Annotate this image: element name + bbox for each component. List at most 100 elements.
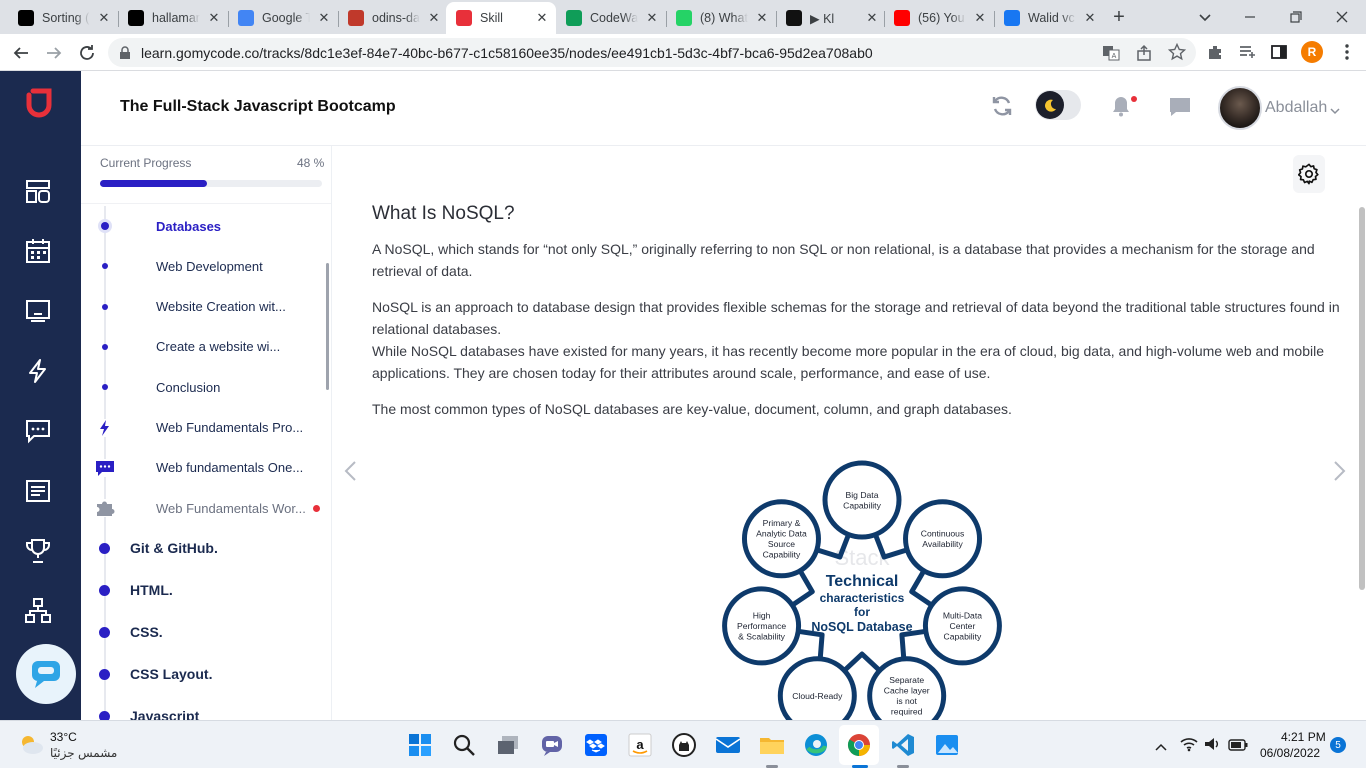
mail-icon[interactable] <box>712 729 744 761</box>
wifi-icon[interactable] <box>1180 736 1198 757</box>
notification-count-badge[interactable]: 5 <box>1330 737 1346 753</box>
start-button[interactable] <box>404 729 436 761</box>
tab-close-icon[interactable]: ✕ <box>864 10 880 26</box>
outline-item[interactable]: Web fundamentals One... <box>81 448 331 488</box>
outline-item[interactable]: Web Fundamentals Pro... <box>81 408 331 448</box>
clock-time[interactable]: 4:21 PM <box>1281 730 1326 744</box>
tab-close-icon[interactable]: ✕ <box>644 10 660 26</box>
browser-menu-icon[interactable] <box>1338 43 1356 66</box>
clock-date[interactable]: 06/08/2022 <box>1260 746 1320 760</box>
browser-tab[interactable]: ▶ Kl ✕ <box>776 2 886 34</box>
dark-mode-toggle[interactable] <box>1035 90 1081 120</box>
file-explorer-icon[interactable] <box>756 729 788 761</box>
volume-icon[interactable] <box>1204 736 1222 757</box>
chrome-icon[interactable] <box>843 729 875 761</box>
back-icon[interactable] <box>10 42 32 64</box>
outline-item[interactable]: Conclusion <box>81 367 331 407</box>
amazon-icon[interactable]: a <box>624 729 656 761</box>
reload-icon[interactable] <box>76 42 98 64</box>
lightning-icon[interactable] <box>22 355 54 387</box>
extensions-icon[interactable] <box>1206 43 1224 66</box>
laptop-icon[interactable] <box>22 295 54 327</box>
profile-avatar[interactable]: R <box>1301 41 1323 63</box>
browser-tab[interactable]: Skill ✕ <box>446 2 556 34</box>
weather-icon[interactable] <box>18 733 44 760</box>
browser-tab[interactable]: Walid vc ✕ <box>994 2 1104 34</box>
outline-item[interactable]: Website Creation wit... <box>81 287 331 327</box>
photos-icon[interactable] <box>931 729 963 761</box>
tab-close-icon[interactable]: ✕ <box>426 10 442 26</box>
side-panel-icon[interactable] <box>1270 43 1288 66</box>
support-chat-button[interactable] <box>16 644 76 704</box>
restore-icon[interactable] <box>1286 7 1306 27</box>
outline-scrollbar[interactable] <box>326 263 329 390</box>
outline-item[interactable]: Create a website wi... <box>81 327 331 367</box>
new-tab-button[interactable]: + <box>1108 7 1130 29</box>
user-menu-chevron-icon[interactable] <box>1330 103 1340 121</box>
lesson-dot <box>102 263 108 270</box>
tab-close-icon[interactable]: ✕ <box>1082 10 1098 26</box>
previous-arrow-icon[interactable] <box>343 460 357 487</box>
next-arrow-icon[interactable] <box>1333 460 1347 487</box>
translate-icon[interactable]: A <box>1102 44 1120 65</box>
outline-item[interactable]: Databases <box>81 206 331 246</box>
notification-bell-icon[interactable] <box>1109 94 1133 123</box>
outline-section[interactable]: Git & GitHub. <box>81 528 331 568</box>
diagram-node-label: Primary & <box>763 518 801 528</box>
page-scrollbar[interactable] <box>1359 207 1365 590</box>
tab-close-icon[interactable]: ✕ <box>534 10 550 26</box>
reading-list-icon[interactable] <box>1238 43 1256 66</box>
browser-tab[interactable]: odins-da ✕ <box>338 2 448 34</box>
refresh-icon[interactable] <box>990 94 1014 123</box>
close-window-icon[interactable] <box>1332 7 1352 27</box>
search-icon[interactable] <box>448 729 480 761</box>
tab-close-icon[interactable]: ✕ <box>754 10 770 26</box>
outline-item-label: Web fundamentals One... <box>156 460 304 476</box>
browser-tab[interactable]: Sorting (✕ <box>8 2 118 34</box>
outline-item[interactable]: Web Fundamentals Wor... <box>81 488 331 528</box>
vscode-icon[interactable] <box>887 729 919 761</box>
tab-close-icon[interactable]: ✕ <box>96 10 112 26</box>
minimize-icon[interactable] <box>1240 7 1260 27</box>
notification-dot <box>1131 96 1137 102</box>
outline-section[interactable]: CSS Layout. <box>81 654 331 694</box>
user-name[interactable]: Abdallah <box>1265 99 1327 117</box>
gomycode-logo[interactable] <box>24 87 56 119</box>
show-hidden-icons-chevron[interactable] <box>1154 739 1168 757</box>
browser-tab[interactable]: (56) You ✕ <box>884 2 994 34</box>
tab-close-icon[interactable]: ✕ <box>206 10 222 26</box>
calendar-icon[interactable] <box>22 235 54 267</box>
task-view-icon[interactable] <box>492 729 524 761</box>
document-icon[interactable] <box>22 475 54 507</box>
browser-tab[interactable]: hallamar ✕ <box>118 2 228 34</box>
bookmark-star-icon[interactable] <box>1167 42 1187 64</box>
article-paragraph-4: The most common types of NoSQL databases… <box>372 401 1012 417</box>
outline-section-label: Javascript <box>130 708 200 720</box>
share-icon[interactable] <box>1136 44 1154 65</box>
outline-section[interactable]: Javascript <box>81 696 331 720</box>
forward-icon[interactable] <box>43 42 65 64</box>
battery-icon[interactable] <box>1228 738 1248 756</box>
outline-section[interactable]: HTML. <box>81 570 331 610</box>
diagram-center-label: characteristics <box>820 591 905 605</box>
user-avatar[interactable] <box>1218 86 1262 130</box>
dropbox-icon[interactable] <box>580 729 612 761</box>
outline-section[interactable]: CSS. <box>81 612 331 652</box>
edge-icon[interactable] <box>800 729 832 761</box>
github-desktop-icon[interactable] <box>668 729 700 761</box>
settings-button[interactable] <box>1293 155 1325 193</box>
browser-tab[interactable]: CodeWa ✕ <box>556 2 666 34</box>
browser-tab[interactable]: Google T ✕ <box>228 2 338 34</box>
browser-tab[interactable]: (8) What ✕ <box>666 2 776 34</box>
messages-icon[interactable] <box>1168 95 1192 124</box>
outline-item[interactable]: Web Development <box>81 246 331 286</box>
hierarchy-icon[interactable] <box>22 595 54 627</box>
teams-chat-icon[interactable] <box>536 729 568 761</box>
chat-icon[interactable] <box>22 415 54 447</box>
dashboard-icon[interactable] <box>22 175 54 207</box>
tab-search-icon[interactable] <box>1196 8 1214 26</box>
tab-close-icon[interactable]: ✕ <box>972 10 988 26</box>
trophy-icon[interactable] <box>22 535 54 567</box>
tab-close-icon[interactable]: ✕ <box>316 10 332 26</box>
address-bar[interactable]: learn.gomycode.co/tracks/8dc1e3ef-84e7-4… <box>108 38 1196 67</box>
